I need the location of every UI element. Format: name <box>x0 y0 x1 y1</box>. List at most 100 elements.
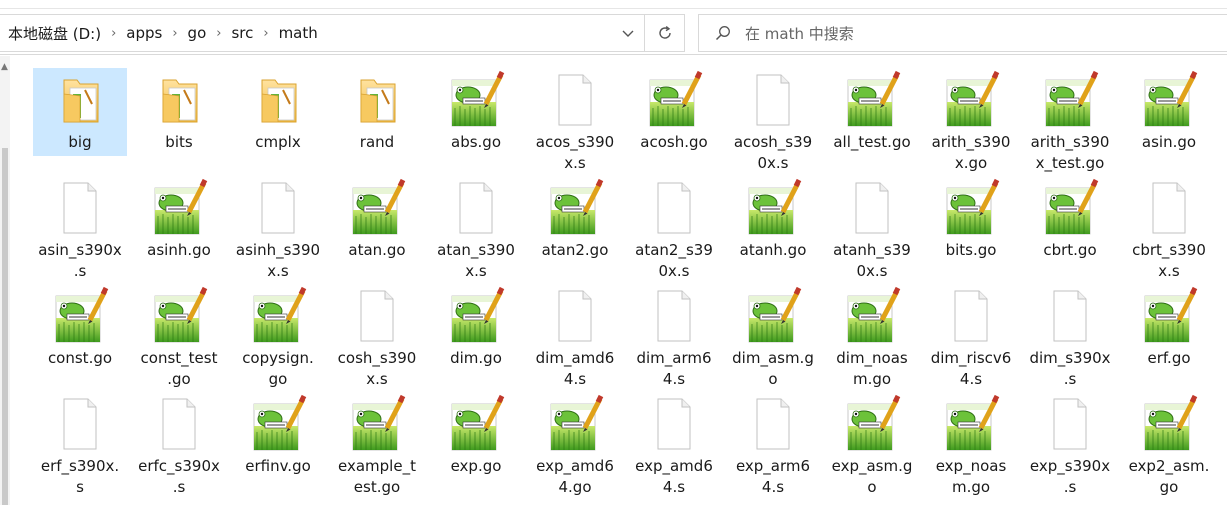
file-item[interactable]: exp_amd6 4.s <box>627 392 721 496</box>
item-label: bits <box>165 133 193 151</box>
file-item[interactable]: example_t est.go <box>330 392 424 496</box>
blank-file-icon <box>50 178 110 238</box>
file-item[interactable]: copysign. go <box>231 284 325 388</box>
file-item[interactable]: const.go <box>33 284 127 372</box>
blank-file-icon <box>842 178 902 238</box>
notepad-plus-plus-file-icon <box>1040 70 1100 130</box>
file-item[interactable]: atan.go <box>330 176 424 264</box>
scrollbar-thumb[interactable] <box>2 148 8 505</box>
item-label: exp_s390x .s <box>1029 457 1111 496</box>
file-item[interactable]: dim_riscv6 4.s <box>924 284 1018 388</box>
file-item[interactable]: exp_arm6 4.s <box>726 392 820 496</box>
notepad-plus-plus-file-icon <box>1139 394 1199 454</box>
item-label: cmplx <box>255 133 301 151</box>
chevron-right-icon[interactable]: › <box>257 26 274 41</box>
breadcrumb-math[interactable]: math <box>275 24 322 42</box>
address-history-dropdown[interactable] <box>612 15 644 53</box>
blank-file-icon <box>545 286 605 346</box>
search-input[interactable]: 在 math 中搜索 <box>698 14 1227 52</box>
folder-item[interactable]: bits <box>132 68 226 156</box>
notepad-plus-plus-file-icon <box>842 70 902 130</box>
item-label: cosh_s390 x.s <box>337 349 417 388</box>
file-item[interactable]: atan2_s39 0x.s <box>627 176 721 280</box>
notepad-plus-plus-file-icon <box>941 70 1001 130</box>
file-item[interactable]: erf.go <box>1122 284 1216 372</box>
blank-file-icon <box>743 394 803 454</box>
breadcrumb-apps[interactable]: apps <box>122 24 166 42</box>
blank-file-icon <box>644 394 704 454</box>
chevron-right-icon[interactable]: › <box>105 26 122 41</box>
file-item[interactable]: arith_s390 x_test.go <box>1023 68 1117 172</box>
folder-item[interactable]: rand <box>330 68 424 156</box>
breadcrumb-drive[interactable]: 本地磁盘 (D:) <box>0 23 105 44</box>
blank-file-icon <box>644 178 704 238</box>
file-item[interactable]: atan_s390 x.s <box>429 176 523 280</box>
item-label: atan2_s39 0x.s <box>635 241 713 280</box>
chevron-right-icon[interactable]: › <box>210 26 227 41</box>
notepad-plus-plus-file-icon <box>446 70 506 130</box>
notepad-plus-plus-file-icon <box>545 394 605 454</box>
file-item[interactable]: exp_amd6 4.go <box>528 392 622 496</box>
item-label: exp_arm6 4.s <box>735 457 811 496</box>
item-label: dim.go <box>450 349 502 367</box>
notepad-plus-plus-file-icon <box>842 394 902 454</box>
file-item[interactable]: acosh_s39 0x.s <box>726 68 820 172</box>
file-item[interactable]: exp.go <box>429 392 523 480</box>
refresh-button[interactable] <box>645 14 685 52</box>
file-item[interactable]: bits.go <box>924 176 1018 264</box>
file-item[interactable]: exp2_asm. go <box>1122 392 1216 496</box>
file-item[interactable]: atan2.go <box>528 176 622 264</box>
address-bar[interactable]: 本地磁盘 (D:) › apps › go › src › math <box>0 14 645 52</box>
file-item[interactable]: all_test.go <box>825 68 919 156</box>
item-label: cbrt.go <box>1043 241 1097 259</box>
scroll-up-arrow-icon[interactable]: ▲ <box>1 62 8 72</box>
file-item[interactable]: exp_asm.g o <box>825 392 919 496</box>
file-item[interactable]: cosh_s390 x.s <box>330 284 424 388</box>
vertical-scrollbar[interactable]: ▲ <box>0 56 10 505</box>
chevron-right-icon[interactable]: › <box>166 26 183 41</box>
file-item[interactable]: atanh_s39 0x.s <box>825 176 919 280</box>
file-item[interactable]: acosh.go <box>627 68 721 156</box>
item-label: const_test .go <box>140 349 218 388</box>
blank-file-icon <box>644 286 704 346</box>
breadcrumb-src[interactable]: src <box>227 24 257 42</box>
folder-item[interactable]: cmplx <box>231 68 325 156</box>
file-item[interactable]: asinh_s390 x.s <box>231 176 325 280</box>
item-label: atan.go <box>348 241 406 259</box>
file-item[interactable]: erfc_s390x .s <box>132 392 226 496</box>
file-item[interactable]: abs.go <box>429 68 523 156</box>
file-item[interactable]: dim_amd6 4.s <box>528 284 622 388</box>
notepad-plus-plus-file-icon <box>644 70 704 130</box>
file-item[interactable]: asin.go <box>1122 68 1216 156</box>
item-label: acosh_s39 0x.s <box>733 133 813 172</box>
item-label: atan2.go <box>541 241 609 259</box>
file-item[interactable]: arith_s390 x.go <box>924 68 1018 172</box>
file-item[interactable]: dim_arm6 4.s <box>627 284 721 388</box>
blank-file-icon <box>347 286 407 346</box>
file-item[interactable]: erfinv.go <box>231 392 325 480</box>
file-item[interactable]: exp_noas m.go <box>924 392 1018 496</box>
breadcrumb-go[interactable]: go <box>184 24 211 42</box>
file-item[interactable]: erf_s390x. s <box>33 392 127 496</box>
file-item[interactable]: dim_noas m.go <box>825 284 919 388</box>
folder-item[interactable]: big <box>33 68 127 156</box>
file-item[interactable]: cbrt_s390 x.s <box>1122 176 1216 280</box>
file-item[interactable]: dim.go <box>429 284 523 372</box>
file-item[interactable]: const_test .go <box>132 284 226 388</box>
file-item[interactable]: dim_s390x .s <box>1023 284 1117 388</box>
file-item[interactable]: exp_s390x .s <box>1023 392 1117 496</box>
notepad-plus-plus-file-icon <box>1139 286 1199 346</box>
file-item[interactable]: atanh.go <box>726 176 820 264</box>
file-item[interactable]: dim_asm.g o <box>726 284 820 388</box>
chevron-down-icon <box>622 30 634 37</box>
item-label: exp_amd6 4.s <box>635 457 713 496</box>
item-label: atan_s390 x.s <box>437 241 515 280</box>
file-item[interactable]: acos_s390 x.s <box>528 68 622 172</box>
file-item[interactable]: asin_s390x .s <box>33 176 127 280</box>
file-grid: big bits cmplx rand abs.go acos_s390 x.s… <box>30 68 1220 505</box>
notepad-plus-plus-file-icon <box>743 286 803 346</box>
item-label: atanh.go <box>739 241 807 259</box>
item-label: asinh.go <box>147 241 211 259</box>
file-item[interactable]: cbrt.go <box>1023 176 1117 264</box>
file-item[interactable]: asinh.go <box>132 176 226 264</box>
